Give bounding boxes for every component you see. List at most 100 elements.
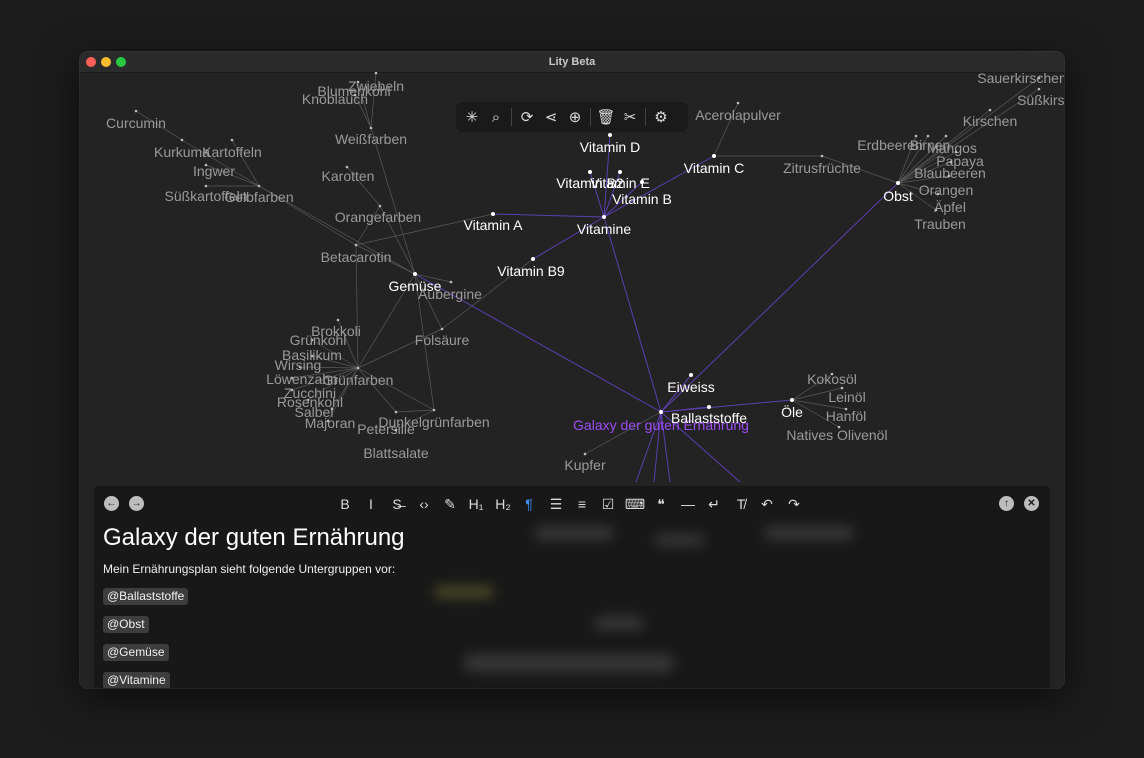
graph-node-dot[interactable] [689,373,693,377]
graph-node[interactable]: Acerolapulver [695,101,781,123]
graph-node-dot[interactable] [257,184,261,188]
italic-button[interactable]: I [360,494,382,514]
back-button[interactable]: ← [104,496,119,511]
graph-node-dot[interactable] [432,408,436,412]
forward-button[interactable]: → [129,496,144,511]
graph-node-label[interactable]: Sauerkirschen [977,72,1064,86]
graph-node[interactable]: Ingwer [193,163,235,179]
graph-node[interactable]: Knoblauch [302,91,368,107]
graph-node-dot[interactable] [336,318,340,322]
bold-button[interactable]: B [334,494,356,514]
graph-node-label[interactable]: Kartoffeln [202,144,262,160]
graph-node-label[interactable]: Süßkirschen [1017,92,1064,108]
graph-node-label[interactable]: Vitamin B2 [556,175,624,191]
graph-node-label[interactable]: Knoblauch [302,91,368,107]
graph-node[interactable]: Majoran [305,415,356,431]
graph-node[interactable]: Eiweiss [667,373,715,395]
graph-node[interactable]: Kartoffeln [202,138,262,160]
graph-node-label[interactable]: Folsäure [415,332,470,348]
graph-node-dot[interactable] [936,192,940,196]
graph-node-dot[interactable] [583,452,587,456]
graph-node-dot[interactable] [934,208,938,212]
search-button[interactable]: ⌕ [484,105,508,129]
graph-node-label[interactable]: Karotten [322,168,375,184]
graph-node-label[interactable]: Vitamin A [464,217,524,233]
graph-node-dot[interactable] [378,204,382,208]
mention-ballaststoffe[interactable]: @Ballaststoffe [103,588,189,605]
graph-node-dot[interactable] [356,366,360,370]
graph-node[interactable]: Sauerkirschen [977,72,1064,86]
graph-node-dot[interactable] [736,101,740,105]
graph-node[interactable]: Vitamin A [464,212,524,233]
graph-node-label[interactable]: Hanföl [826,408,866,424]
graph-node[interactable]: Curcumin [106,109,166,131]
graph-node-dot[interactable] [588,170,592,174]
checklist-button[interactable]: ☑ [597,494,619,514]
graph-node[interactable]: Kokosöl [807,371,857,387]
graph-node-dot[interactable] [354,243,358,247]
graph-node[interactable]: Hanföl [826,407,866,424]
graph-node[interactable]: Zitrusfrüchte [783,154,861,176]
asterisk-button[interactable]: ✳ [460,105,484,129]
graph-node-dot[interactable] [949,160,953,164]
graph-node-label[interactable]: Ingwer [193,163,235,179]
graph-node-dot[interactable] [988,108,992,112]
graph-node-label[interactable]: Curcumin [106,115,166,131]
graph-node-label[interactable]: Majoran [305,415,356,431]
code-block-button[interactable]: ⌨ [624,494,646,514]
graph-node-label[interactable]: Vitamin B [612,191,672,207]
graph-node-label[interactable]: Vitamin C [684,160,744,176]
graph-node-label[interactable]: Dunkelgrünfarben [378,414,489,430]
heading1-button[interactable]: H₁ [465,494,487,514]
close-editor-button[interactable]: ✕ [1024,496,1039,511]
graph-node-label[interactable]: Leinöl [828,389,865,405]
graph-node[interactable]: Vitamin C [684,154,744,176]
paragraph-button[interactable]: ¶ [518,494,540,514]
graph-node-label[interactable]: Acerolapulver [695,107,781,123]
graph-node-dot[interactable] [449,280,453,284]
mention-gemuese[interactable]: @Gemüse [103,644,169,661]
minimize-window-button[interactable] [101,57,111,67]
graph-node-label[interactable]: Blaubeeren [914,165,986,181]
bullet-list-button[interactable]: ☰ [545,494,567,514]
graph-node-label[interactable]: Kupfer [564,457,606,473]
document-title[interactable]: Galaxy der guten Ernährung [103,524,405,552]
graph-node-dot[interactable] [712,154,716,158]
graph-node-dot[interactable] [394,428,398,432]
graph-node-dot[interactable] [531,257,535,261]
graph-node-dot[interactable] [180,138,184,142]
inline-code-button[interactable]: ‹› [413,494,435,514]
graph-node-dot[interactable] [896,181,900,185]
heading2-button[interactable]: H₂ [492,494,514,514]
mention-obst[interactable]: @Obst [103,616,149,633]
quote-button[interactable]: ❝ [650,494,672,514]
graph-node-dot[interactable] [134,109,138,113]
close-window-button[interactable] [86,57,96,67]
graph-node-label[interactable]: Trauben [914,216,966,232]
graph-node-label[interactable]: Vitamin B9 [497,263,565,279]
graph-node[interactable]: Grünkohl [290,332,347,348]
graph-node[interactable]: Kirschen [963,108,1017,129]
graph-node-label[interactable]: Aubergine [418,286,482,302]
graph-node-label[interactable]: Orangen [919,182,973,198]
scroll-up-button[interactable]: ↑ [999,496,1014,511]
refresh-button[interactable]: ⟳ [515,105,539,129]
graph-node[interactable]: Kupfer [564,452,606,473]
clear-format-button[interactable]: T̸ [730,494,752,514]
graph-node[interactable]: Orangefarben [335,204,421,225]
undo-button[interactable]: ↶ [756,494,778,514]
graph-node-dot[interactable] [707,405,711,409]
graph-node[interactable]: Vitamin D [580,133,640,155]
graph-node[interactable]: Vitamin B2 [556,170,624,191]
graph-node-label[interactable]: Äpfel [934,199,966,215]
graph-node-label[interactable]: Kokosöl [807,371,857,387]
graph-node-dot[interactable] [369,126,373,130]
graph-node-label[interactable]: Natives Olivenöl [786,427,887,443]
graph-node-label[interactable]: Blattsalate [363,445,429,461]
graph-node[interactable]: Leinöl [828,386,866,405]
graph-node-label[interactable]: Vitamine [577,221,631,237]
share-button[interactable]: ⋖ [539,105,563,129]
graph-node-label[interactable]: Vitamin D [580,139,640,155]
graph-node[interactable]: Ballaststoffe [671,405,747,426]
graph-node[interactable]: Süßkirschen [1017,87,1064,108]
